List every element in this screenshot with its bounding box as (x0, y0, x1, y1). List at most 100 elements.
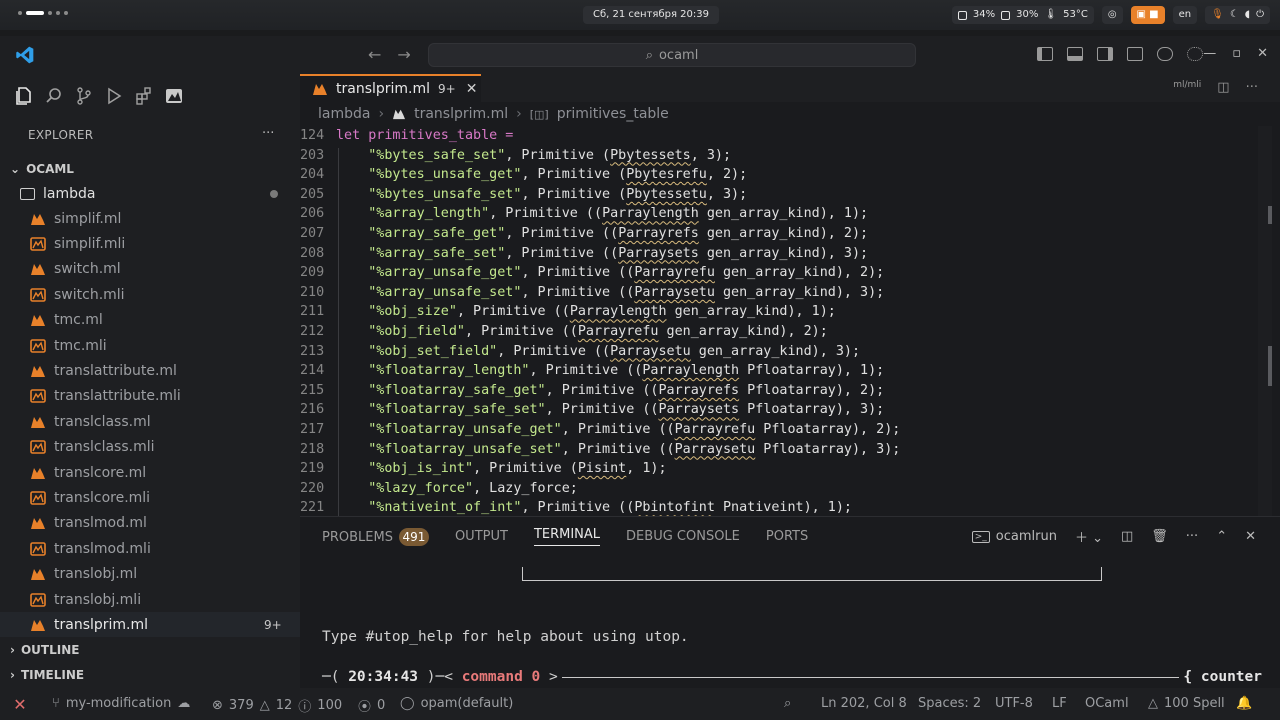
scrollbar-thumb[interactable] (1268, 206, 1272, 224)
source-control-icon[interactable] (74, 86, 94, 106)
file-item[interactable]: simplif.mli (0, 231, 300, 256)
close-window-icon[interactable]: ✕ (1257, 46, 1268, 61)
remote-indicator-icon[interactable]: ✕ (0, 688, 40, 720)
split-terminal-icon[interactable]: ◫ (1121, 529, 1133, 544)
folder-lambda[interactable]: lambda (20, 186, 95, 202)
workspace-indicator[interactable] (18, 11, 68, 15)
file-item[interactable]: translattribute.mli (0, 384, 300, 409)
more-actions-icon[interactable]: ··· (1186, 529, 1198, 544)
problems-status[interactable]: ⊗ 379 △ 12 ⓘ 100 (212, 696, 342, 715)
chevron-up-icon[interactable]: ⌃ (1216, 529, 1227, 544)
toggle-secondary-sidebar-icon[interactable] (1097, 47, 1113, 61)
extensions-icon[interactable] (134, 86, 154, 106)
file-item[interactable]: simplif.ml (0, 206, 300, 231)
language-mode[interactable]: OCaml (1085, 696, 1129, 711)
spell-check-status[interactable]: △ 100 Spell (1148, 696, 1225, 711)
file-item[interactable]: translmod.ml (0, 511, 300, 536)
gear-icon[interactable] (1187, 47, 1203, 61)
file-item[interactable]: translattribute.ml (0, 358, 300, 383)
code-line[interactable]: 203 "%bytes_safe_set", Primitive (Pbytes… (300, 146, 731, 166)
breadcrumb-file[interactable]: translprim.ml (414, 106, 508, 122)
toggle-sidebar-icon[interactable] (1037, 47, 1053, 61)
workspace-section[interactable]: ⌄ OCAML (10, 162, 74, 176)
system-monitor[interactable]: 34% 30% 🌡 53°C (951, 6, 1094, 24)
notifications-icon[interactable]: 🔔 (1236, 696, 1252, 711)
close-tab-icon[interactable]: ✕ (466, 81, 478, 97)
code-line[interactable]: 220 "%lazy_force", Lazy_force; (300, 479, 578, 499)
quick-settings[interactable]: 🎙 ☾ ◖ ⏻ (1205, 6, 1270, 24)
breadcrumb-folder[interactable]: lambda (318, 106, 370, 122)
indentation-status[interactable]: Spaces: 2 (918, 696, 981, 711)
close-panel-icon[interactable]: ✕ (1245, 529, 1256, 544)
code-line[interactable]: 207 "%array_safe_get", Primitive ((Parra… (300, 224, 868, 244)
breadcrumb-symbol[interactable]: primitives_table (557, 106, 669, 122)
customize-layout-icon[interactable] (1127, 47, 1143, 61)
zoom-icon[interactable]: ⌕ (784, 696, 791, 711)
split-editor-icon[interactable]: ◫ (1217, 80, 1229, 95)
branch-status[interactable]: ⑂ my-modification ☁ (52, 696, 190, 711)
explorer-more-actions[interactable]: ··· (262, 126, 274, 141)
eol-status[interactable]: LF (1052, 696, 1067, 711)
ports-status[interactable]: ⦿ 0 (358, 696, 385, 715)
code-line[interactable]: 216 "%floatarray_safe_set", Primitive ((… (300, 400, 884, 420)
trash-icon[interactable]: 🗑 (1151, 529, 1168, 544)
scrollbar-thumb[interactable] (1268, 346, 1272, 386)
tab-debug-console[interactable]: DEBUG CONSOLE (626, 529, 740, 544)
file-item[interactable]: translobj.mli (0, 587, 300, 612)
encoding-status[interactable]: UTF-8 (995, 696, 1033, 711)
code-line[interactable]: 206 "%array_length", Primitive ((Parrayl… (300, 204, 868, 224)
tab-terminal[interactable]: TERMINAL (533, 527, 601, 546)
tab-problems[interactable]: PROBLEMS 491 (322, 527, 429, 546)
code-line[interactable]: 214 "%floatarray_length", Primitive ((Pa… (300, 361, 884, 381)
code-line[interactable]: 217 "%floatarray_unsafe_get", Primitive … (300, 420, 900, 440)
back-arrow-icon[interactable]: ← (368, 45, 381, 64)
ocaml-platform-icon[interactable] (164, 86, 184, 106)
opam-switch-status[interactable]: ◯ opam(default) (400, 696, 513, 711)
file-item[interactable]: tmc.mli (0, 333, 300, 358)
code-line[interactable]: 221 "%nativeint_of_int", Primitive ((Pbi… (300, 498, 852, 516)
sticky-scroll-line[interactable]: 124 let primitives_table = (300, 126, 513, 146)
file-item[interactable]: tmc.ml (0, 308, 300, 333)
keyboard-layout[interactable]: en (1172, 6, 1198, 24)
new-terminal-icon[interactable]: ＋ ⌄ (1075, 527, 1103, 546)
code-line[interactable]: 211 "%obj_size", Primitive ((Parraylengt… (300, 302, 836, 322)
code-line[interactable]: 208 "%array_safe_set", Primitive ((Parra… (300, 244, 868, 264)
accounts-icon[interactable] (1157, 47, 1173, 61)
terminal-selector[interactable]: >_ ocamlrun (971, 529, 1057, 544)
toggle-panel-icon[interactable] (1067, 47, 1083, 61)
explorer-icon[interactable] (14, 86, 34, 106)
command-center-search[interactable]: ⌕ ocaml (428, 43, 916, 67)
code-editor[interactable]: 124 let primitives_table = 203 "%bytes_s… (300, 126, 1280, 516)
code-line[interactable]: 215 "%floatarray_safe_get", Primitive ((… (300, 381, 884, 401)
file-item[interactable]: translcore.mli (0, 485, 300, 510)
outline-section[interactable]: › OUTLINE (10, 643, 79, 657)
tab-translprim-ml[interactable]: translprim.ml 9+ ✕ (300, 74, 481, 102)
file-item[interactable]: translclass.mli (0, 435, 300, 460)
file-item[interactable]: switch.ml (0, 257, 300, 282)
tab-output[interactable]: OUTPUT (455, 529, 508, 544)
cursor-position[interactable]: Ln 202, Col 8 (821, 696, 907, 711)
forward-arrow-icon[interactable]: → (397, 45, 410, 64)
minimize-icon[interactable]: — (1203, 46, 1216, 61)
file-item[interactable]: switch.mli (0, 282, 300, 307)
switch-ml-mli-icon[interactable]: ml/mli (1173, 80, 1201, 95)
code-line[interactable]: 204 "%bytes_unsafe_get", Primitive (Pbyt… (300, 165, 747, 185)
maximize-icon[interactable]: ▫ (1232, 46, 1241, 61)
code-line[interactable]: 205 "%bytes_unsafe_set", Primitive (Pbyt… (300, 185, 747, 205)
tab-ports[interactable]: PORTS (766, 529, 808, 544)
terminal-output[interactable]: Type #utop_help for help about using uto… (322, 557, 1262, 687)
system-clock[interactable]: Сб, 21 сентября 20:39 (583, 6, 719, 24)
file-item[interactable]: translprim.ml 9+ (0, 612, 300, 638)
timeline-section[interactable]: › TIMELINE (10, 668, 84, 682)
code-line[interactable]: 213 "%obj_set_field", Primitive ((Parray… (300, 342, 860, 362)
code-line[interactable]: 219 "%obj_is_int", Primitive (Pisint, 1)… (300, 459, 667, 479)
more-actions-icon[interactable]: ··· (1246, 80, 1258, 95)
file-item[interactable]: translclass.ml (0, 409, 300, 434)
editor-scrollbar[interactable] (1258, 126, 1272, 516)
file-item[interactable]: translcore.ml (0, 460, 300, 485)
code-line[interactable]: 218 "%floatarray_unsafe_set", Primitive … (300, 440, 900, 460)
code-line[interactable]: 212 "%obj_field", Primitive ((Parrayrefu… (300, 322, 828, 342)
run-debug-icon[interactable] (104, 86, 124, 106)
file-item[interactable]: translobj.ml (0, 562, 300, 587)
screen-share-indicator[interactable]: ▣ ■ (1130, 6, 1165, 24)
